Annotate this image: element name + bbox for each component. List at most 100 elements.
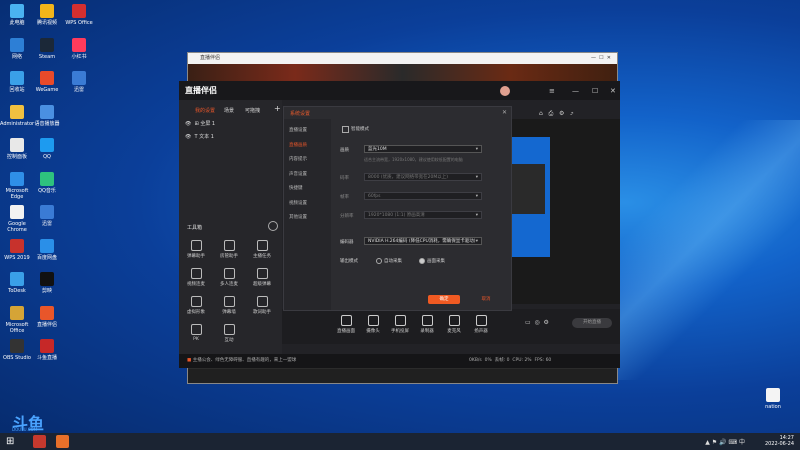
fps-select[interactable]: 60fps ▾ <box>364 192 482 200</box>
app-icon <box>40 171 54 186</box>
scene-item[interactable]: 👁 ⊞ 全屏 1 <box>185 120 215 127</box>
desktop-icon[interactable]: 剪映 <box>30 272 64 294</box>
bottom-toolbar-item[interactable]: 麦克风 <box>442 315 466 334</box>
chevron-down-icon: ▾ <box>475 194 478 199</box>
avatar[interactable] <box>500 86 510 96</box>
toolbox-item[interactable]: 互动 <box>216 324 242 343</box>
toolbox-item[interactable]: 弹幕助手 <box>183 240 209 259</box>
desktop-icon[interactable]: QQ音乐 <box>30 171 64 194</box>
file-icon <box>766 388 780 402</box>
toolbox-item[interactable]: 歌词助手 <box>249 296 275 315</box>
settings-nav-item[interactable]: 直播画质 <box>289 142 307 148</box>
cancel-button[interactable]: 取消 <box>474 295 498 304</box>
maximize-icon[interactable]: ☐ <box>592 87 598 95</box>
toolbox-item[interactable]: 弹幕墙 <box>216 296 242 315</box>
desktop-icon[interactable]: 此电脑 <box>0 4 34 26</box>
app-icon <box>10 272 24 286</box>
desktop-icon[interactable]: 语音播放器 <box>30 104 64 127</box>
toolbox-item[interactable]: 多人连麦 <box>216 268 242 287</box>
settings-nav-item[interactable]: 直播设置 <box>289 127 307 133</box>
toolbox-item[interactable]: 视频连麦 <box>183 268 209 287</box>
minimize-icon[interactable]: — <box>572 87 579 95</box>
settings-nav-item[interactable]: 内容提示 <box>289 156 307 162</box>
desktop-icon[interactable]: ToDesk <box>0 272 34 294</box>
settings-nav-item[interactable]: 其他设置 <box>289 214 307 220</box>
resolution-select[interactable]: 1920*1080 (1:1) 原画高清 ▾ <box>364 211 482 219</box>
back-window-titlebar[interactable]: 直播伴侣 — ☐ ✕ <box>188 53 617 64</box>
radio-auto-capture[interactable] <box>376 258 382 264</box>
desktop-icon[interactable]: QQ <box>30 138 64 160</box>
menu-icon[interactable]: ≡ <box>549 87 555 95</box>
toolbox-item[interactable]: 主播任务 <box>249 240 275 259</box>
camera-settings-icons[interactable]: ▭ ◎ ⚙ <box>525 319 549 326</box>
app-icon <box>10 205 24 219</box>
desktop-icon[interactable]: Steam <box>30 37 64 60</box>
desktop-icon[interactable]: 回收站 <box>0 71 34 93</box>
system-tray[interactable]: 14:27 2022-06-24 <box>765 435 794 447</box>
window-controls-icon[interactable]: — ☐ ✕ <box>591 53 611 64</box>
toolbar-icon <box>448 315 460 326</box>
desktop-icon[interactable]: Google Chrome <box>0 205 34 233</box>
desktop-icon[interactable]: WPS 2019 <box>0 238 34 261</box>
settings-nav-item[interactable]: 声音设置 <box>289 171 307 177</box>
toolbox-item[interactable]: PK <box>183 324 209 342</box>
desktop-icon[interactable]: 网络 <box>0 37 34 60</box>
tray-icons[interactable]: ▲ ⚑ 🔊 ⌨ 中 <box>705 437 745 446</box>
app-icon <box>40 138 54 152</box>
toolbar-icon <box>394 315 406 326</box>
radio-screen-capture[interactable] <box>419 258 425 264</box>
smart-mode-checkbox[interactable] <box>342 126 349 133</box>
dialog-close-icon[interactable]: ✕ <box>502 109 507 116</box>
preview-area[interactable] <box>510 119 620 304</box>
desktop-icon[interactable]: OBS Studio <box>0 339 34 361</box>
toolbox-item[interactable]: 房管助手 <box>216 240 242 259</box>
scene-item[interactable]: 👁 T 文本 1 <box>185 133 214 140</box>
desktop-icon[interactable]: Microsoft Edge <box>0 171 34 200</box>
taskbar-app-icon[interactable] <box>56 435 69 448</box>
desktop-icon[interactable]: Administrator <box>0 104 34 127</box>
settings-dialog[interactable]: 系统设置 ✕ 直播设置 直播画质 内容提示 声音设置 快捷键 视频设置 其他设置 智能模式 … <box>283 106 512 311</box>
toolbox-item[interactable]: 超级弹幕 <box>249 268 275 287</box>
toolbox-more-icon[interactable] <box>268 221 278 231</box>
desktop-icon[interactable]: 百度网盘 <box>30 238 64 261</box>
close-icon[interactable]: ✕ <box>610 87 616 95</box>
encoder-select[interactable]: NVIDIA H.264编码 (降低CPU消耗，需确保显卡驱动) ▾ <box>364 237 482 245</box>
bottom-toolbar-item[interactable]: 扬声器 <box>469 315 493 334</box>
tab-scene[interactable]: 场景 <box>224 107 234 114</box>
ok-button[interactable]: 确定 <box>428 295 460 304</box>
bottom-toolbar-item[interactable]: 录制器 <box>415 315 439 334</box>
desktop-icon[interactable]: Microsoft Office <box>0 305 34 334</box>
app-icon <box>40 71 54 85</box>
desktop-icon-nation[interactable]: nation <box>756 388 790 410</box>
start-live-button[interactable]: 开始直播 <box>572 318 612 328</box>
windows-start-icon[interactable]: ⊞ <box>6 435 19 448</box>
app-logo: 直播伴侣 <box>185 86 217 95</box>
settings-nav-item[interactable]: 视频设置 <box>289 200 307 206</box>
bottom-toolbar-item[interactable]: 摄像头 <box>361 315 385 334</box>
tab-draggable[interactable]: 可拖拽 <box>245 107 260 114</box>
tab-my-settings[interactable]: 我的设置 <box>195 107 215 114</box>
tool-icon <box>256 240 268 251</box>
desktop-icon[interactable]: 腾讯视频 <box>30 4 64 26</box>
desktop-icon[interactable]: WeGame <box>30 71 64 93</box>
desktop-icon[interactable]: 直播伴侣 <box>30 305 64 328</box>
settings-nav: 直播设置直播画质内容提示声音设置快捷键视频设置其他设置 <box>284 119 331 310</box>
preview-toolbar-icons[interactable]: ⌂ ⎙ ⚙ ⤴ <box>539 110 574 118</box>
settings-nav-item[interactable]: 快捷键 <box>289 185 303 191</box>
bottom-toolbar-item[interactable]: 手机投屏 <box>388 315 412 334</box>
bitrate-select[interactable]: 8000 (优质，建议网络带宽在20M以上) ▾ <box>364 173 482 181</box>
douyu-watermark-sub: DOUYU.COM <box>12 427 38 432</box>
tool-icon <box>190 296 202 307</box>
desktop-icon[interactable]: 斗鱼直播 <box>30 339 64 361</box>
desktop-icon[interactable]: WPS Office <box>62 4 96 26</box>
quality-select[interactable]: 蓝光10M ▾ <box>364 145 482 153</box>
desktop-icon[interactable]: 控制面板 <box>0 138 34 160</box>
toolbox-item[interactable]: 虚拟形象 <box>183 296 209 315</box>
taskbar-app-icon[interactable] <box>33 435 46 448</box>
tool-icon <box>190 324 202 335</box>
desktop-icon[interactable]: 迅雷 <box>62 71 96 93</box>
add-scene-icon[interactable]: + <box>274 104 281 113</box>
desktop-icon[interactable]: 小红书 <box>62 37 96 60</box>
bottom-toolbar-item[interactable]: 直播画面 <box>334 315 358 334</box>
desktop-icon[interactable]: 迅雷 <box>30 205 64 227</box>
